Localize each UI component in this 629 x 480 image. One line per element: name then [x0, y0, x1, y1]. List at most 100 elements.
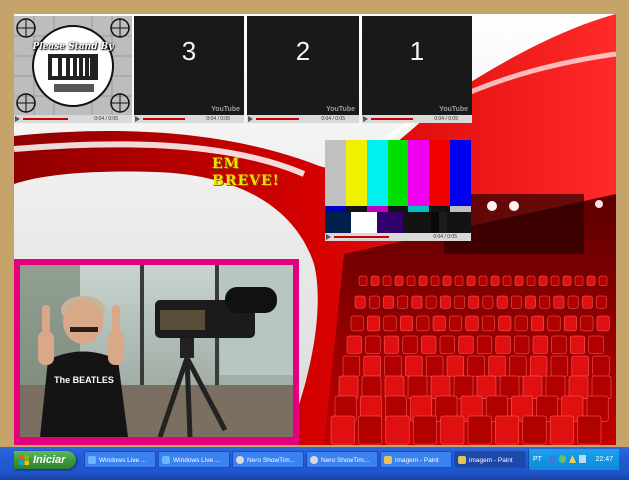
countdown-number: 3 — [181, 36, 197, 66]
play-icon[interactable] — [15, 116, 20, 122]
taskbar-item-paint-1[interactable]: imagem - Paint — [380, 451, 452, 468]
color-bars-video[interactable]: 0:04 / 0:05 — [325, 140, 471, 241]
help-icon[interactable] — [549, 455, 556, 463]
cinema-seat — [397, 295, 409, 309]
video-time: 0:04 / 0:05 — [321, 116, 345, 122]
video-time: 0:04 / 0:05 — [433, 234, 457, 240]
cinema-seat — [499, 375, 520, 400]
play-icon[interactable] — [248, 116, 253, 122]
video-controls[interactable]: 0:04 / 0:05 — [247, 115, 359, 123]
cinema-seat — [365, 335, 381, 354]
progress-bar[interactable] — [371, 118, 413, 120]
cinema-seat — [549, 415, 574, 445]
taskbar-item-nero-2[interactable]: Nero ShowTim... — [306, 451, 378, 468]
cinema-seat — [574, 275, 584, 286]
cinema-seat — [338, 375, 359, 400]
cinema-seat — [482, 295, 494, 309]
clock[interactable]: 22:47 — [595, 449, 613, 470]
countdown-video-3[interactable]: 3 YouTube 0:04 / 0:05 — [134, 16, 244, 123]
cinema-seat — [502, 275, 512, 286]
cinema-seat — [383, 335, 400, 354]
cinema-seat — [382, 275, 392, 286]
progress-bar[interactable] — [256, 118, 299, 120]
countdown-video-2[interactable]: 2 YouTube 0:04 / 0:05 — [247, 16, 359, 123]
cinema-seat — [458, 335, 474, 354]
cinema-seat — [526, 275, 536, 286]
countdown-number: 2 — [295, 36, 311, 66]
video-controls[interactable]: 0:04 / 0:05 — [325, 233, 471, 241]
video-controls[interactable]: 0:04 / 0:05 — [134, 115, 244, 123]
windows-taskbar: Iniciar Windows Live ... Windows Live ..… — [0, 447, 629, 480]
cinema-seat — [407, 375, 428, 400]
webcam-frame: The BEATLES — [14, 259, 299, 445]
cinema-seat — [476, 335, 493, 354]
play-icon[interactable] — [363, 116, 368, 122]
cinema-seat — [454, 295, 465, 309]
start-label: Iniciar — [33, 454, 66, 466]
windows-flag-icon — [19, 455, 29, 465]
cinema-seat — [577, 415, 602, 445]
cinema-seat — [411, 295, 423, 309]
cinema-seat — [580, 315, 594, 332]
cinema-seat — [367, 315, 381, 332]
cinema-seat — [468, 295, 480, 309]
security-shield-icon[interactable] — [569, 455, 576, 463]
messenger-icon[interactable] — [559, 455, 566, 463]
cinema-seat — [467, 355, 485, 377]
video-controls[interactable]: 0:04 / 0:05 — [362, 115, 472, 123]
cinema-seat — [591, 375, 612, 400]
play-icon[interactable] — [135, 116, 140, 122]
progress-bar[interactable] — [23, 118, 68, 120]
cinema-seat — [446, 355, 465, 377]
cinema-seat — [553, 295, 565, 309]
cinema-seat — [416, 315, 430, 332]
cinema-seat — [383, 295, 394, 309]
taskbar-item-paint-2[interactable]: imagem - Paint — [454, 451, 526, 468]
play-icon[interactable] — [326, 234, 331, 240]
countdown-video-1[interactable]: 1 YouTube 0:04 / 0:05 — [362, 16, 472, 123]
paint-canvas[interactable]: Please Stand By 0:04 / 0:05 3 YouTube 0:… — [14, 14, 616, 445]
cinema-seat — [481, 315, 495, 332]
cinema-seat — [383, 315, 397, 332]
youtube-logo-icon: YouTube — [211, 106, 240, 113]
cinema-seat — [568, 375, 589, 400]
progress-bar[interactable] — [143, 118, 185, 120]
webcam-photo: The BEATLES — [20, 265, 293, 437]
cinema-seat — [596, 295, 607, 309]
taskbar-item-windows-live-2[interactable]: Windows Live ... — [158, 451, 230, 468]
progress-bar[interactable] — [334, 236, 390, 238]
cinema-seat — [330, 415, 355, 445]
language-indicator[interactable]: PT — [533, 449, 542, 470]
cinema-seat — [550, 275, 560, 286]
cinema-seat — [418, 275, 428, 286]
cinema-seat — [538, 275, 548, 286]
start-button[interactable]: Iniciar — [14, 451, 76, 469]
taskbar-item-nero-1[interactable]: Nero ShowTim... — [232, 451, 304, 468]
nero-icon — [236, 456, 244, 464]
countdown-number: 1 — [409, 36, 425, 66]
cinema-seat — [547, 315, 561, 332]
cinema-seat — [421, 335, 437, 354]
video-time: 0:04 / 0:05 — [94, 116, 118, 122]
cinema-seat — [467, 415, 492, 445]
cinema-seat — [354, 295, 366, 309]
cinema-seat — [514, 315, 528, 332]
cinema-seat — [394, 275, 404, 286]
cinema-seat — [563, 315, 577, 332]
system-tray: PT 22:47 — [528, 449, 619, 470]
cinema-seat — [522, 375, 543, 400]
cinema-seat — [342, 355, 361, 377]
cinema-seat — [358, 275, 368, 286]
network-icon[interactable] — [579, 455, 586, 463]
cinema-seat — [581, 295, 593, 309]
cinema-seat — [466, 275, 476, 286]
youtube-logo-icon: YouTube — [439, 106, 468, 113]
cinema-seat — [361, 375, 382, 400]
taskbar-item-windows-live-1[interactable]: Windows Live ... — [84, 451, 156, 468]
video-controls[interactable]: 0:04 / 0:05 — [14, 115, 132, 123]
test-card-video[interactable]: Please Stand By 0:04 / 0:05 — [14, 16, 132, 123]
cinema-seat — [550, 355, 569, 377]
cinema-seat — [495, 415, 520, 445]
cinema-seat — [405, 355, 423, 377]
cinema-seat — [478, 275, 488, 286]
